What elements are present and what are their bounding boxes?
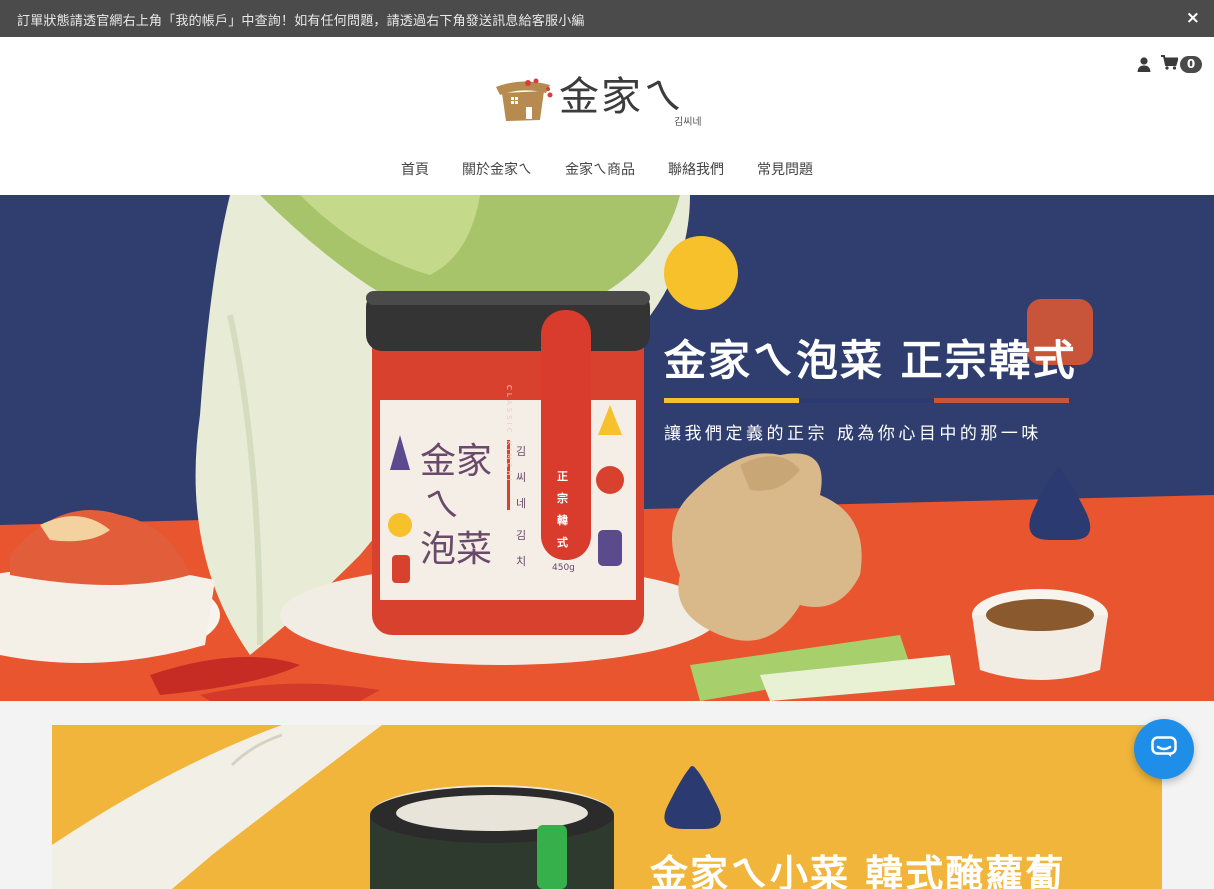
site-header: 金家ㄟ 김씨네 0 首頁 關於金家ㄟ 金家ㄟ商品 聯絡我們 常見問題 — [0, 37, 1214, 195]
chat-button[interactable] — [1134, 719, 1194, 779]
announcement-bar: 訂單狀態請透官網右上角「我的帳戶」中查詢！如有任何問題，請透過右下角發送訊息給客… — [0, 0, 1214, 37]
jar-brand-line2: ㄟ — [424, 485, 461, 526]
nav-item-home[interactable]: 首頁 — [401, 159, 429, 179]
user-icon[interactable] — [1137, 57, 1151, 72]
main-nav: 首頁 關於金家ㄟ 金家ㄟ商品 聯絡我們 常見問題 — [0, 159, 1214, 179]
header-actions: 0 — [1137, 55, 1202, 74]
cart-button[interactable]: 0 — [1161, 55, 1202, 74]
jar-korean-text: 김 씨 네 김 치 — [516, 445, 527, 568]
nav-item-contact[interactable]: 聯絡我們 — [668, 159, 724, 179]
close-icon[interactable]: × — [1186, 8, 1200, 28]
jar-weight: 450g — [552, 563, 575, 573]
jar-red-label-text: 正 宗 韓 式 — [557, 470, 568, 549]
jar-brand-line3: 泡菜 — [420, 529, 493, 570]
product-banner-radish[interactable]: 金家ㄟ小菜 韓式醃蘿蔔 — [52, 725, 1162, 889]
jar-brand: 金家 ㄟ 泡菜 — [420, 440, 492, 572]
cart-count-badge: 0 — [1180, 56, 1202, 73]
jar-classic-text: CLASSIC KIMCHI — [505, 385, 513, 484]
jar-brand-line1: 金家 — [420, 441, 493, 482]
nav-item-products[interactable]: 金家ㄟ商品 — [565, 159, 635, 179]
nav-item-about[interactable]: 關於金家ㄟ — [462, 159, 532, 179]
logo-house-icon — [496, 78, 553, 121]
hero-banner[interactable]: 金家 ㄟ 泡菜 김 씨 네 김 치 正 宗 韓 式 CLASSIC KIMCHI… — [0, 195, 1214, 701]
chat-icon — [1151, 736, 1177, 762]
logo-korean-text: 김씨네 — [674, 117, 702, 128]
cart-icon — [1161, 55, 1179, 74]
logo[interactable]: 金家ㄟ 김씨네 — [492, 71, 724, 128]
hero-title: 金家ㄟ泡菜 正宗韓式 — [664, 336, 1077, 385]
logo-text: 金家ㄟ — [559, 74, 685, 120]
hero-subtitle: 讓我們定義的正宗 成為你心目中的那一味 — [664, 424, 1042, 444]
hero-illustration — [0, 195, 1214, 701]
nav-item-faq[interactable]: 常見問題 — [757, 159, 813, 179]
banner2-title: 金家ㄟ小菜 韓式醃蘿蔔 — [650, 852, 1066, 889]
announcement-text: 訂單狀態請透官網右上角「我的帳戶」中查詢！如有任何問題，請透過右下角發送訊息給客… — [17, 14, 585, 29]
